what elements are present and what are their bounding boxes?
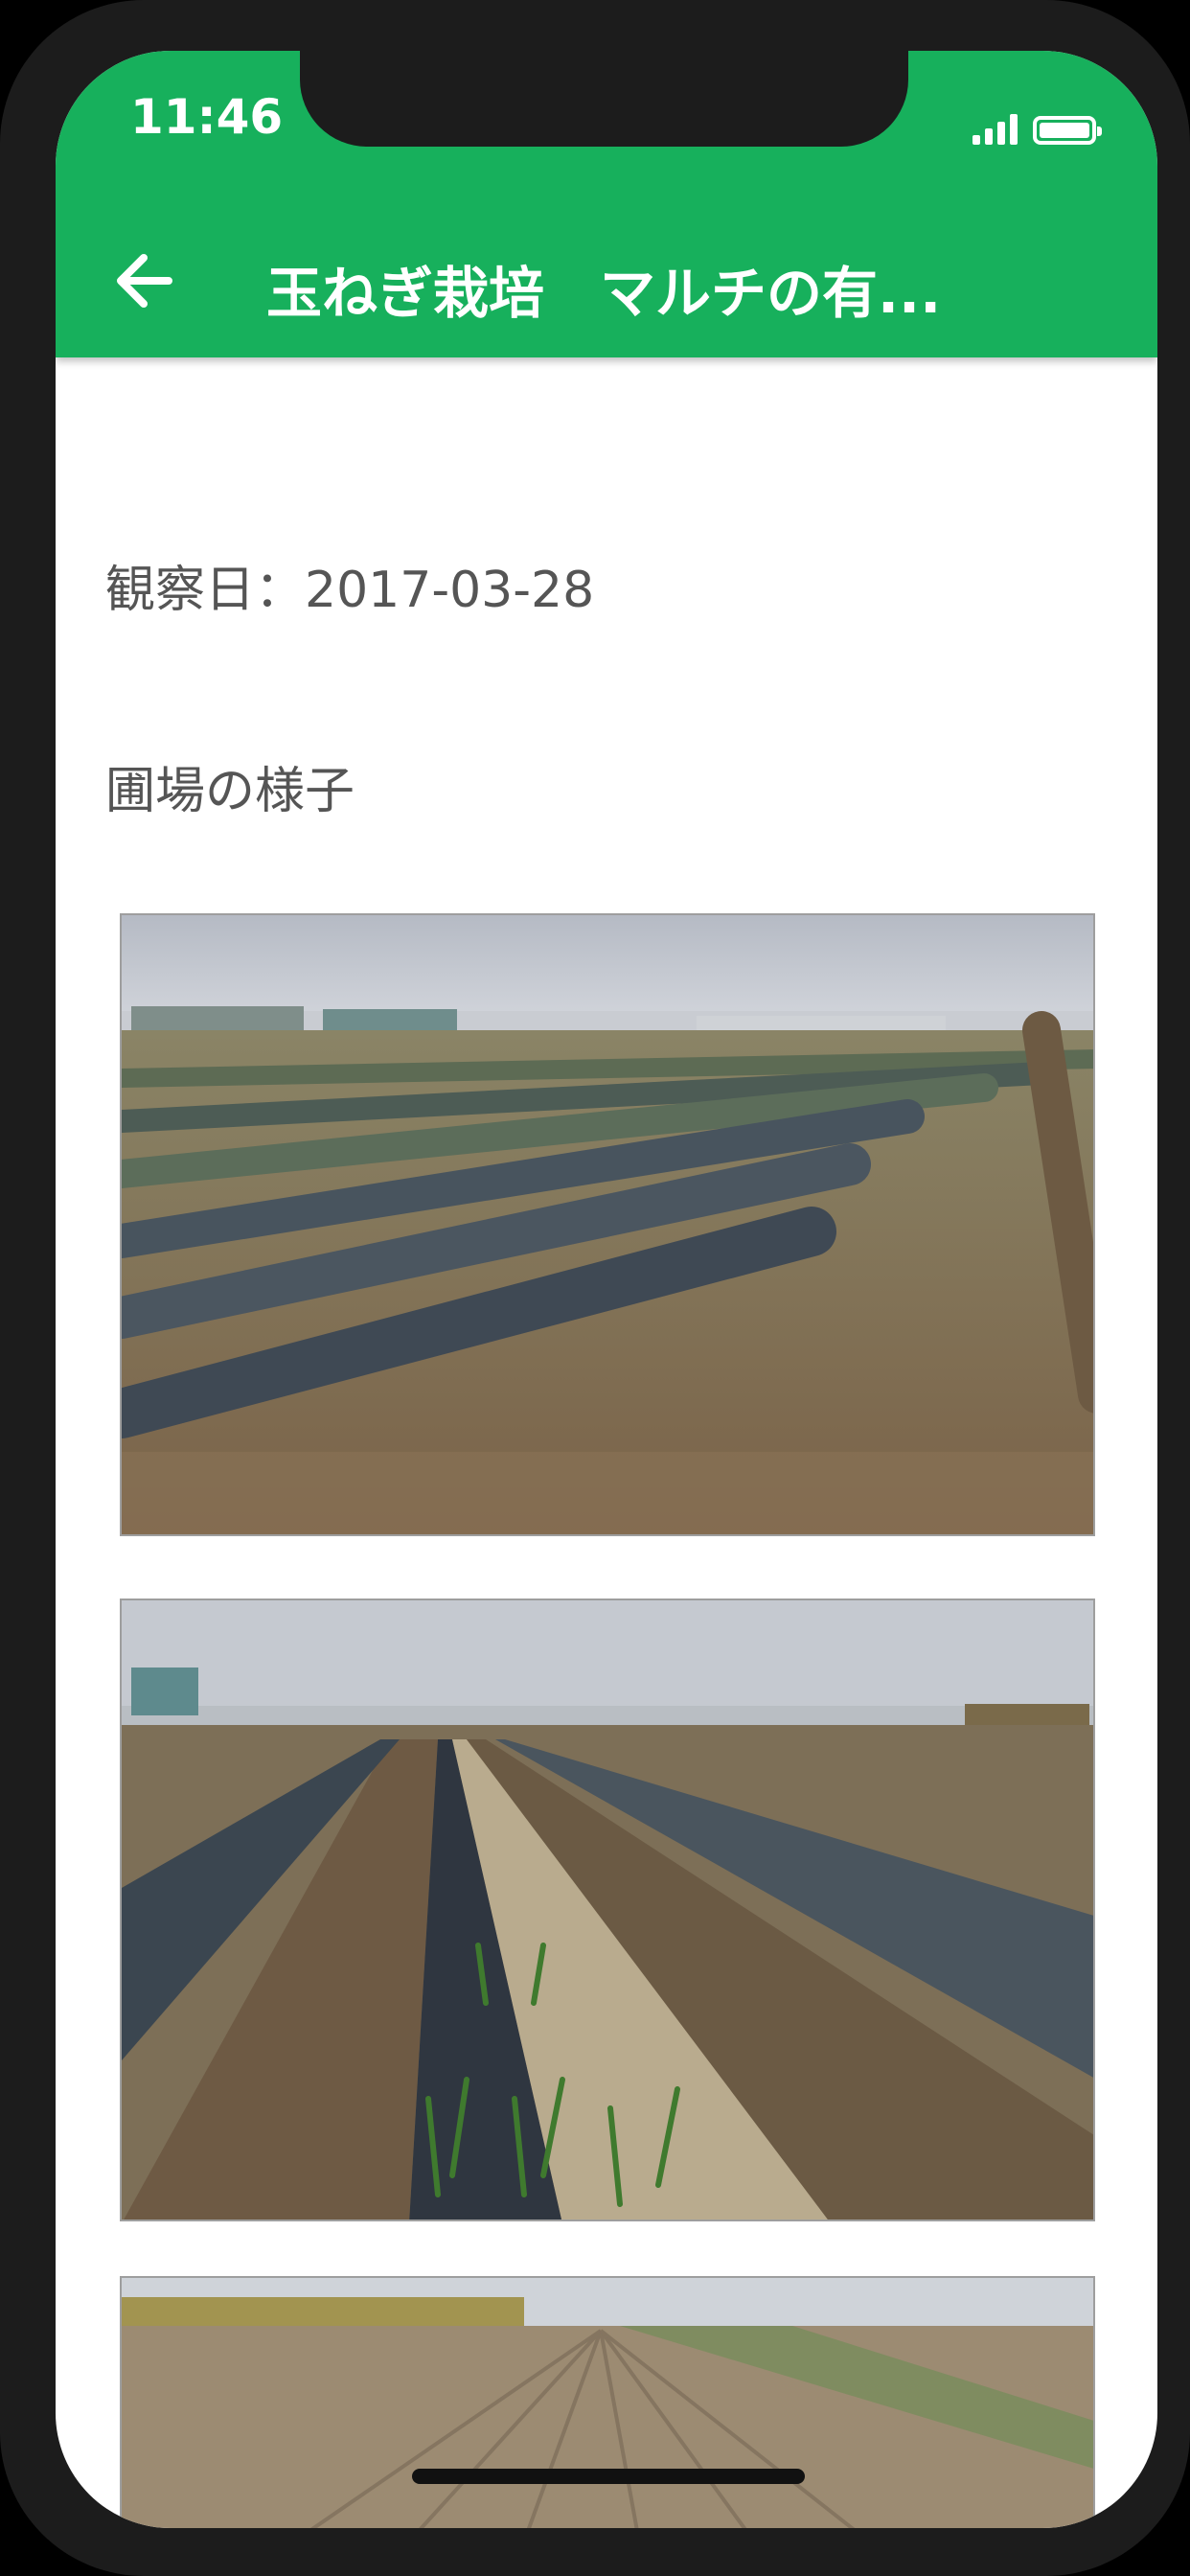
phone-frame: 11:46 玉ねぎ栽培 マルチの有... 観察日：2017-03-28 圃場の様… [0, 0, 1190, 2576]
signal-icon [973, 114, 1018, 145]
app-screen: 11:46 玉ねぎ栽培 マルチの有... 観察日：2017-03-28 圃場の様… [56, 51, 1157, 2528]
observation-date: 観察日：2017-03-28 [105, 562, 595, 619]
battery-icon [1033, 116, 1102, 145]
back-button[interactable] [105, 242, 182, 319]
field-photo-2[interactable] [120, 1598, 1095, 2221]
section-label: 圃場の様子 [105, 763, 355, 820]
device-notch [300, 51, 908, 147]
field-photo-1[interactable] [120, 913, 1095, 1536]
status-icons [973, 106, 1102, 145]
page-title: 玉ねぎ栽培 マルチの有... [266, 261, 942, 326]
home-indicator[interactable] [412, 2469, 805, 2484]
field-photo-3[interactable] [120, 2276, 1095, 2528]
status-time: 11:46 [130, 89, 284, 145]
app-header: 11:46 玉ねぎ栽培 マルチの有... [56, 51, 1157, 357]
arrow-left-icon [117, 254, 172, 308]
